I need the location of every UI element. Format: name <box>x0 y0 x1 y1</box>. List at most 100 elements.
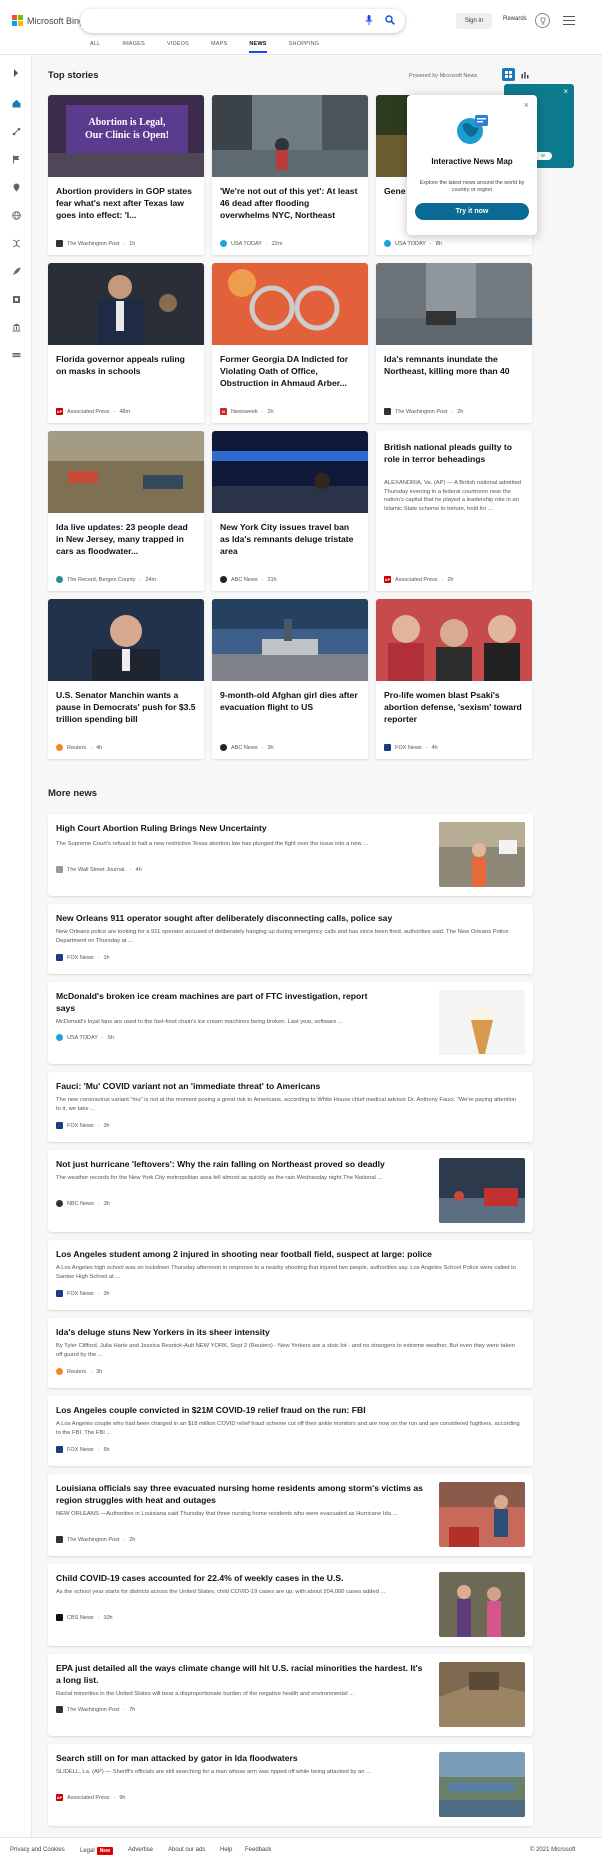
news-title[interactable]: Fauci: 'Mu' COVID variant not an 'immedi… <box>56 1080 521 1092</box>
news-title[interactable]: McDonald's broken ice cream machines are… <box>56 990 386 1014</box>
story-source: N Newsweek · 2h <box>220 408 274 415</box>
header-bar: Microsoft Bing Sign in Rewards ALL IMAGE… <box>0 0 602 55</box>
story-card[interactable]: U.S. Senator Manchin wants a pause in De… <box>48 599 204 759</box>
footer-link-about-ads[interactable]: About our ads <box>168 1847 205 1853</box>
story-title[interactable]: U.S. Senator Manchin wants a pause in De… <box>56 689 196 725</box>
map-view-icon[interactable] <box>518 68 531 81</box>
rewards-trophy-icon[interactable] <box>535 13 550 28</box>
news-title[interactable]: Louisiana officials say three evacuated … <box>56 1482 426 1506</box>
home-icon[interactable] <box>8 95 24 111</box>
news-list-item[interactable]: Ida's deluge stuns New Yorkers in its sh… <box>48 1318 533 1388</box>
story-card[interactable]: New York City issues travel ban as Ida's… <box>212 431 368 591</box>
globe-icon[interactable] <box>8 207 24 223</box>
story-title[interactable]: British national pleads guilty to role i… <box>384 441 524 465</box>
map-pin-icon[interactable] <box>8 179 24 195</box>
grid-view-icon[interactable] <box>502 68 515 81</box>
tab-shopping[interactable]: SHOPPING <box>289 41 320 53</box>
dna-icon[interactable] <box>8 235 24 251</box>
story-title[interactable]: Florida governor appeals ruling on masks… <box>56 353 196 377</box>
search-input[interactable] <box>92 13 332 29</box>
footer-link-legal[interactable]: Legal New <box>80 1847 113 1855</box>
news-list-item[interactable]: Not just hurricane 'leftovers': Why the … <box>48 1150 533 1232</box>
tab-maps[interactable]: MAPS <box>211 41 227 53</box>
news-title[interactable]: High Court Abortion Ruling Brings New Un… <box>56 822 426 834</box>
tab-all[interactable]: ALL <box>90 41 100 53</box>
usa-today-logo-icon <box>56 1034 63 1041</box>
news-title[interactable]: New Orleans 911 operator sought after de… <box>56 912 521 924</box>
story-image <box>376 263 532 345</box>
try-it-now-button[interactable]: Try it now <box>415 203 529 220</box>
news-list-item[interactable]: Louisiana officials say three evacuated … <box>48 1474 533 1556</box>
reuters-logo-icon <box>56 1368 63 1375</box>
flag-icon[interactable] <box>8 151 24 167</box>
news-summary: SLIDELL, La. (AP) — Sheriff's officials … <box>56 1769 371 1775</box>
story-title[interactable]: Pro-life women blast Psaki's abortion de… <box>384 689 524 725</box>
news-title[interactable]: Ida's deluge stuns New Yorkers in its sh… <box>56 1326 521 1338</box>
tab-news[interactable]: NEWS <box>249 41 267 53</box>
film-icon[interactable] <box>8 291 24 307</box>
close-icon[interactable]: × <box>524 100 529 110</box>
search-icon[interactable] <box>385 12 395 30</box>
footer-link-help[interactable]: Help <box>220 1847 232 1853</box>
washington-post-logo-icon <box>56 240 63 247</box>
news-list-item[interactable]: Child COVID-19 cases accounted for 22.4%… <box>48 1564 533 1646</box>
story-title[interactable]: Ida's remnants inundate the Northeast, k… <box>384 353 524 377</box>
news-title[interactable]: Los Angeles student among 2 injured in s… <box>56 1248 521 1260</box>
tab-videos[interactable]: VIDEOS <box>167 41 189 53</box>
news-summary: A Los Angeles high school was on lockdow… <box>56 1265 516 1280</box>
search-box[interactable] <box>80 9 405 33</box>
rewards-label[interactable]: Rewards <box>503 16 527 22</box>
news-thumbnail <box>439 822 525 887</box>
bank-icon[interactable] <box>8 319 24 335</box>
footer-link-feedback[interactable]: Feedback <box>245 1847 271 1853</box>
sign-in-button[interactable]: Sign in <box>456 13 492 29</box>
story-title[interactable]: New York City issues travel ban as Ida's… <box>220 521 360 557</box>
story-card[interactable]: Abortion is Legal, Our Clinic is Open! Ab… <box>48 95 204 255</box>
story-card[interactable]: British national pleads guilty to role i… <box>376 431 532 591</box>
story-source: The Washington Post · 1h <box>56 240 135 247</box>
news-list-item[interactable]: Los Angeles student among 2 injured in s… <box>48 1240 533 1310</box>
news-list-item[interactable]: High Court Abortion Ruling Brings New Un… <box>48 814 533 896</box>
story-title[interactable]: 9-month-old Afghan girl dies after evacu… <box>220 689 360 713</box>
news-title[interactable]: EPA just detailed all the ways climate c… <box>56 1662 426 1686</box>
story-title[interactable]: Abortion providers in GOP states fear wh… <box>56 185 196 221</box>
story-title[interactable]: Ida live updates: 23 people dead in New … <box>56 521 196 557</box>
rocket-icon[interactable] <box>8 263 24 279</box>
chevron-right-icon[interactable] <box>8 65 24 81</box>
stack-icon[interactable] <box>8 347 24 363</box>
story-card[interactable]: Former Georgia DA Indicted for Violating… <box>212 263 368 423</box>
news-list-item[interactable]: New Orleans 911 operator sought after de… <box>48 904 533 974</box>
news-title[interactable]: Search still on for man attacked by gato… <box>56 1752 426 1764</box>
story-source: Reuters · 4h <box>56 744 102 751</box>
story-card[interactable]: 9-month-old Afghan girl dies after evacu… <box>212 599 368 759</box>
news-list-item[interactable]: Fauci: 'Mu' COVID variant not an 'immedi… <box>48 1072 533 1142</box>
news-list-item[interactable]: Search still on for man attacked by gato… <box>48 1744 533 1826</box>
news-summary: As the school year starts for districts … <box>56 1589 386 1595</box>
story-source: ABC News · 21h <box>220 576 277 583</box>
footer-link-privacy[interactable]: Privacy and Cookies <box>10 1847 65 1853</box>
news-list-item[interactable]: EPA just detailed all the ways climate c… <box>48 1654 533 1736</box>
story-card[interactable]: 'We're not out of this yet': At least 46… <box>212 95 368 255</box>
story-card[interactable]: Ida's remnants inundate the Northeast, k… <box>376 263 532 423</box>
story-card[interactable]: Ida live updates: 23 people dead in New … <box>48 431 204 591</box>
news-source: The Washington Post · 2h <box>56 1536 135 1543</box>
fox-news-logo-icon <box>56 1122 63 1129</box>
news-list-item[interactable]: Los Angeles couple convicted in $21M COV… <box>48 1396 533 1466</box>
science-icon[interactable] <box>8 123 24 139</box>
story-title[interactable]: 'We're not out of this yet': At least 46… <box>220 185 360 221</box>
story-image <box>48 431 204 513</box>
microphone-icon[interactable] <box>365 14 373 28</box>
story-card[interactable]: Pro-life women blast Psaki's abortion de… <box>376 599 532 759</box>
news-title[interactable]: Not just hurricane 'leftovers': Why the … <box>56 1158 426 1170</box>
news-title[interactable]: Los Angeles couple convicted in $21M COV… <box>56 1404 521 1416</box>
news-list-item[interactable]: McDonald's broken ice cream machines are… <box>48 982 533 1064</box>
tab-images[interactable]: IMAGES <box>122 41 145 53</box>
menu-icon[interactable] <box>563 16 575 25</box>
news-title[interactable]: Child COVID-19 cases accounted for 22.4%… <box>56 1572 426 1584</box>
story-title[interactable]: Former Georgia DA Indicted for Violating… <box>220 353 360 389</box>
bing-logo[interactable]: Microsoft Bing <box>12 15 84 26</box>
close-icon[interactable]: × <box>563 87 568 96</box>
story-card[interactable]: Florida governor appeals ruling on masks… <box>48 263 204 423</box>
abc-news-logo-icon <box>220 576 227 583</box>
footer-link-advertise[interactable]: Advertise <box>128 1847 153 1853</box>
